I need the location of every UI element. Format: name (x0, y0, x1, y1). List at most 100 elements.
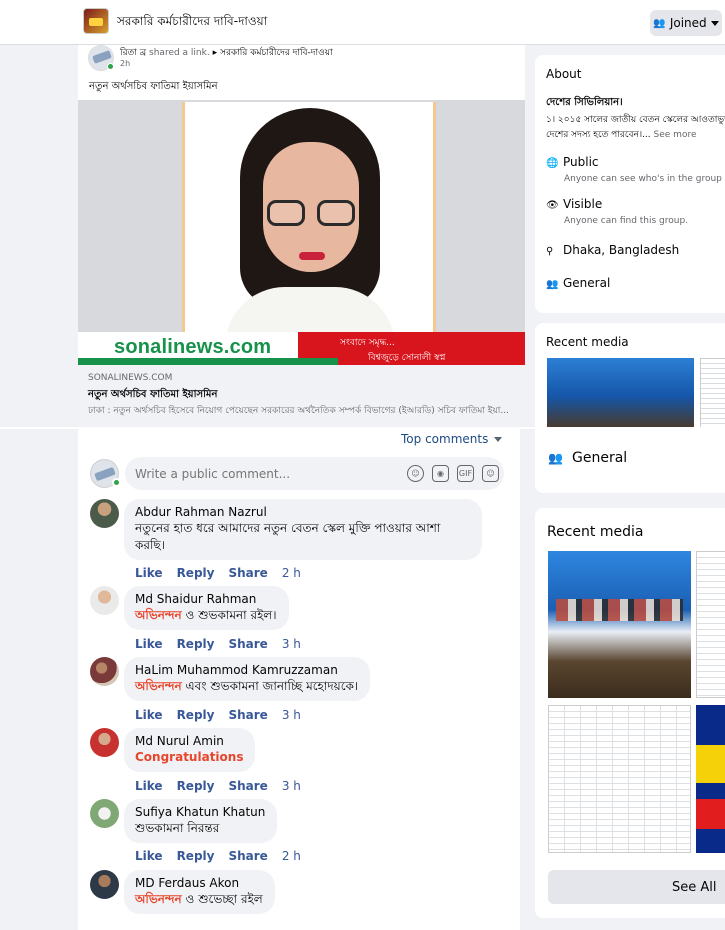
privacy-row: 🌐 Public (546, 155, 599, 169)
post-time[interactable]: 2h (120, 59, 130, 68)
comment-text: অভিনন্দন ও শুভকামনা রইল। (135, 607, 277, 624)
post-author[interactable]: রিতা ব্র (120, 48, 146, 58)
sticker-icon[interactable]: ☺ (482, 465, 499, 482)
members-icon: 👥 (548, 451, 563, 465)
avatar[interactable] (90, 499, 119, 528)
recent-media-card-top: Recent media (535, 323, 725, 428)
comment-author[interactable]: Abdur Rahman Nazrul (135, 505, 470, 520)
location-row: ⚲ Dhaka, Bangladesh (546, 243, 679, 257)
avatar[interactable] (90, 799, 119, 828)
comment-highlight: অভিনন্দন (135, 892, 182, 906)
comment-time[interactable]: 2 h (282, 849, 301, 863)
comment-author[interactable]: HaLim Muhammod Kamruzzaman (135, 663, 358, 678)
like-button[interactable]: Like (135, 779, 163, 793)
comment-author[interactable]: Sufiya Khatun Khatun (135, 805, 265, 820)
category-row: 👥 General (546, 276, 610, 290)
comment-highlight: Congratulations (135, 750, 244, 764)
reply-button[interactable]: Reply (177, 779, 215, 793)
gif-icon[interactable]: GIF (457, 465, 474, 482)
like-button[interactable]: Like (135, 637, 163, 651)
about-title: About (546, 67, 582, 81)
comment-text-line-1: ও শুভেচ্ছা রইল (181, 892, 263, 906)
comment-text: অভিনন্দন ও শুভেচ্ছা রইল (135, 891, 263, 908)
comment-time[interactable]: 3 h (282, 637, 301, 651)
media-thumbnail[interactable] (700, 358, 725, 428)
link-title: নতুন অর্থসচিব ফাতিমা ইয়াসমিন (88, 389, 218, 400)
general-label: General (572, 450, 628, 466)
post-text: নতুন অর্থসচিব ফাতিমা ইয়াসমিন (89, 81, 218, 92)
media-thumbnail[interactable] (547, 358, 694, 428)
recent-media-title: Recent media (547, 524, 644, 540)
about-rules-line-2: দেশের সদস্য হতে পারবেন।... (546, 130, 651, 140)
comment-text: নতুনের হাত ধরে আমাদের নতুন বেতন স্কেল মু… (135, 520, 470, 554)
media-thumbnail[interactable] (548, 705, 691, 853)
post-header: রিতা ব্র shared a link. ▸ সরকারি কর্মচার… (120, 45, 333, 60)
comment-time[interactable]: 2 h (282, 566, 301, 580)
like-button[interactable]: Like (135, 708, 163, 722)
avatar[interactable] (90, 657, 119, 686)
members-icon: 👥 (546, 279, 559, 290)
joined-button[interactable]: 👥 Joined (650, 10, 722, 36)
media-thumbnail[interactable] (696, 551, 725, 698)
comment-text-line-1: নতুনের হাত ধরে আমাদের নতুন বেতন স্কেল মু… (135, 521, 441, 535)
members-icon: 👥 (653, 17, 666, 29)
reply-button[interactable]: Reply (177, 708, 215, 722)
recent-media-title: Recent media (546, 335, 629, 349)
comment-sort-dropdown[interactable]: Top comments (401, 432, 503, 446)
post-target-group[interactable]: সরকারি কর্মচারীদের দাবি-দাওয়া (220, 48, 333, 58)
like-button[interactable]: Like (135, 566, 163, 580)
camera-icon[interactable]: ◉ (432, 465, 449, 482)
comment-bubble: Sufiya Khatun Khatun শুভকামনা নিরন্তর (124, 799, 278, 843)
see-all-button[interactable]: See All (548, 870, 725, 904)
recent-media-card: Recent media See All (535, 508, 725, 918)
media-thumbnail[interactable] (548, 551, 691, 698)
comment-time[interactable]: 3 h (282, 708, 301, 722)
category-label: General (563, 276, 611, 290)
image-brand-text: sonalinews.com (114, 336, 272, 358)
share-button[interactable]: Share (228, 849, 267, 863)
comment-sort-label: Top comments (401, 432, 489, 446)
location-pin-icon: ⚲ (546, 246, 554, 257)
online-status-icon (112, 478, 121, 487)
comment-highlight: অভিনন্দন (135, 608, 182, 622)
see-more-link[interactable]: See more (654, 130, 697, 140)
share-button[interactable]: Share (228, 637, 267, 651)
link-preview-image[interactable]: sonalinews.com সংবাদে সমৃদ্ধ... বিশ্বজুড… (78, 100, 525, 365)
share-button[interactable]: Share (228, 566, 267, 580)
about-rules-title: দেশের সিভিলিয়ান। (546, 97, 623, 108)
group-name[interactable]: সরকারি কর্মচারীদের দাবি-দাওয়া (117, 13, 267, 33)
comment-bubble: MD Ferdaus Akon অভিনন্দন ও শুভেচ্ছা রইল (124, 870, 275, 914)
comments-section: Top comments ☺ ◉ GIF ☺ Abdur Rahman Nazr… (78, 429, 520, 930)
comment-actions: Like Reply Share 3 h (135, 637, 301, 651)
comment-author[interactable]: Md Nurul Amin (135, 734, 243, 749)
comment-text-line-1: ও শুভকামনা রইল। (181, 608, 277, 622)
visibility-label: Visible (563, 197, 603, 211)
comment-bubble: Md Shaidur Rahman অভিনন্দন ও শুভকামনা রই… (124, 586, 289, 630)
comment-author[interactable]: Md Shaidur Rahman (135, 592, 277, 607)
comment-bubble: HaLim Muhammod Kamruzzaman অভিনন্দন এবং … (124, 657, 371, 701)
avatar[interactable] (90, 586, 119, 615)
reply-button[interactable]: Reply (177, 637, 215, 651)
smile-icon[interactable]: ☺ (407, 465, 424, 482)
group-top-bar: সরকারি কর্মচারীদের দাবি-দাওয়া 👥 Joined (0, 0, 725, 45)
comment-text: শুভকামনা নিরন্তর (135, 821, 220, 835)
comment-text: Congratulations (135, 749, 243, 766)
comment-time[interactable]: 3 h (282, 779, 301, 793)
group-logo[interactable] (83, 8, 109, 34)
chevron-down-icon (494, 436, 503, 442)
avatar[interactable] (90, 728, 119, 757)
comment-author[interactable]: MD Ferdaus Akon (135, 876, 263, 891)
reply-button[interactable]: Reply (177, 566, 215, 580)
comment-actions: Like Reply Share 2 h (135, 849, 301, 863)
comment-text-line-2: করছি। (135, 538, 165, 552)
visibility-desc: Anyone can find this group. (564, 216, 689, 226)
location-label[interactable]: Dhaka, Bangladesh (563, 243, 679, 257)
like-button[interactable]: Like (135, 849, 163, 863)
share-button[interactable]: Share (228, 779, 267, 793)
reply-button[interactable]: Reply (177, 849, 215, 863)
share-button[interactable]: Share (228, 708, 267, 722)
media-thumbnail[interactable] (696, 705, 725, 853)
avatar[interactable] (90, 870, 119, 899)
link-preview-meta[interactable]: SONALINEWS.COM নতুন অর্থসচিব ফাতিমা ইয়া… (78, 365, 525, 422)
comment-text-line-1: এবং শুভকামনা জানাচ্ছি মহোদয়কে। (181, 679, 359, 693)
